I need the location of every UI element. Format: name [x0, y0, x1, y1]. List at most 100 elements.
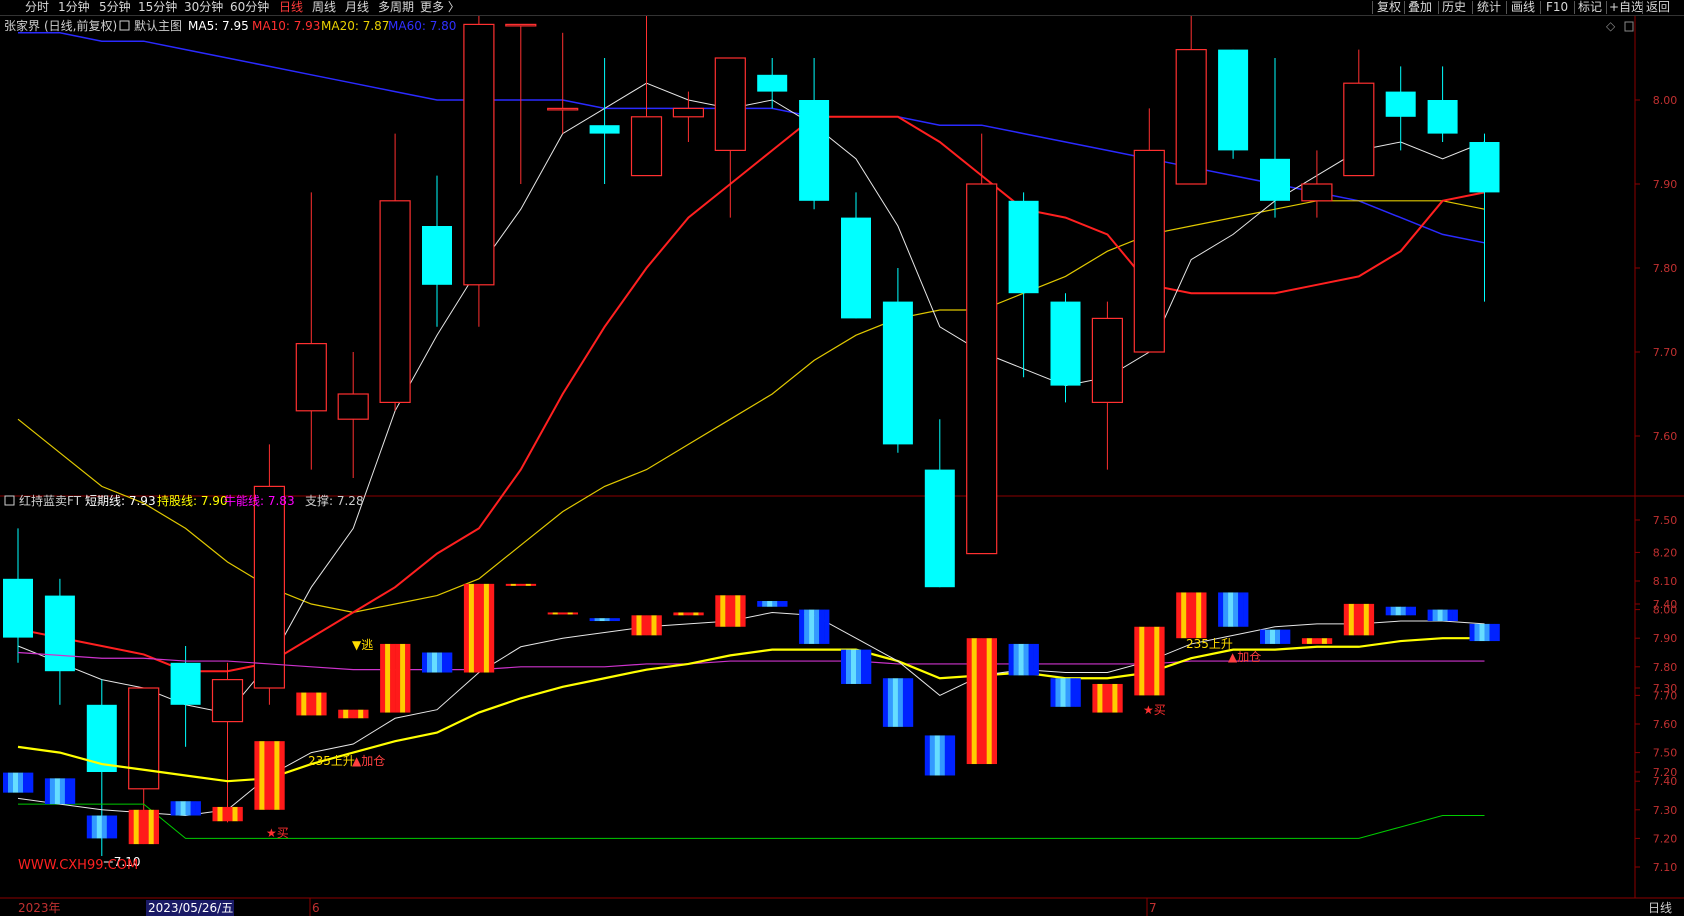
signal-bar-blue-stripe: [949, 735, 956, 776]
toolbar-item-1[interactable]: 1分钟: [58, 0, 90, 15]
signal-bar-blue-stripe: [804, 609, 810, 644]
signal-bar-blue-stripe: [170, 801, 176, 816]
toolbar-item-9[interactable]: 多周期: [378, 0, 414, 15]
toolbar-separator: [1506, 1, 1507, 14]
signal-bar-red-stripe: [483, 583, 490, 673]
toolbar-item-8[interactable]: 月线: [345, 0, 369, 15]
signal-bar-blue-stripe: [1442, 609, 1448, 622]
toolbar-item-5[interactable]: 60分钟: [230, 0, 269, 15]
toolbar-right-item-3[interactable]: 统计: [1477, 0, 1501, 15]
toolbar-item-10[interactable]: 更多 〉: [420, 0, 460, 15]
signal-bar-blue-stripe: [1479, 623, 1485, 642]
candle-body-up: [379, 200, 411, 404]
signal-bar-red-stripe: [720, 595, 726, 627]
toolbar-right-item-1[interactable]: 叠加: [1408, 0, 1432, 15]
toolbar-item-7[interactable]: 周线: [312, 0, 336, 15]
signal-bar-red-stripe: [338, 709, 344, 719]
signal-bar-red-stripe: [557, 612, 563, 615]
toolbar-right-item-2[interactable]: 历史: [1442, 0, 1466, 15]
signal-bar-blue-stripe: [106, 815, 113, 839]
toolbar-right-item-5[interactable]: F10: [1546, 0, 1568, 15]
signal-bar-red-stripe: [400, 643, 406, 713]
signal-bar-red-stripe: [343, 709, 349, 719]
candle-body-up: [1343, 82, 1375, 177]
signal-bar-red-stripe: [693, 612, 699, 616]
signal-add-position-2: ▲加仓: [1228, 650, 1261, 664]
candle-body-down: [1050, 301, 1081, 386]
signal-bar-blue-stripe: [1270, 629, 1276, 644]
candle-body-up: [505, 23, 537, 27]
signal-bar-red-stripe: [232, 806, 238, 822]
ma-legend-2: MA20: 7.87: [321, 19, 389, 33]
signal-bar-red-stripe: [363, 709, 369, 719]
signal-bar-blue-stripe: [934, 735, 941, 776]
signal-bar-red-stripe: [1107, 683, 1113, 713]
signal-bar-red-stripe: [678, 612, 684, 616]
signal-bar-red-stripe: [567, 612, 573, 615]
ma-legend-1: MA10: 7.93: [252, 19, 320, 33]
signal-bar-blue-stripe: [23, 772, 29, 793]
toolbar-separator: [1472, 1, 1473, 14]
month-label-6: 6: [312, 901, 320, 915]
signal-bar-blue-stripe: [944, 735, 951, 776]
signal-bar-blue-stripe: [49, 778, 56, 805]
signal-bar-blue-stripe: [604, 618, 610, 622]
signal-bar-red-stripe: [316, 692, 322, 716]
signal-bar-blue-stripe: [1018, 643, 1024, 676]
signal-bar-red-stripe: [395, 643, 401, 713]
candle-body-up: [295, 343, 327, 412]
candle-body-up: [128, 687, 160, 790]
signal-bar-red-stripe: [1144, 626, 1150, 696]
sub-y-tick-label: 8.20: [1653, 546, 1678, 559]
signal-bar-red-stripe: [1311, 638, 1318, 644]
signal-bar-blue-stripe: [44, 778, 51, 805]
main-y-tick-label: 7.70: [1653, 346, 1678, 359]
signal-bar-red-stripe: [1134, 626, 1140, 696]
signal-bar-red-stripe: [1139, 626, 1145, 696]
toolbar-item-3[interactable]: 15分钟: [138, 0, 177, 15]
toolbar-right-item-0[interactable]: 复权: [1377, 0, 1401, 15]
signal-bar-red-stripe: [1316, 638, 1323, 644]
toolbar-item-2[interactable]: 5分钟: [99, 0, 131, 15]
signal-add-position-1: ▲加仓: [352, 754, 385, 768]
toolbar-item-4[interactable]: 30分钟: [184, 0, 223, 15]
candle-body-up: [1301, 183, 1333, 202]
toolbar-marker[interactable]: 标记: [1578, 0, 1602, 15]
signal-buy-2: ★买: [1143, 703, 1166, 717]
candle-body-down: [841, 217, 871, 319]
candle-body-up: [547, 107, 579, 111]
signal-bar-blue-stripe: [907, 678, 914, 727]
main-y-tick-label: 7.80: [1653, 262, 1678, 275]
signal-bar-red-stripe: [468, 583, 475, 673]
signal-bar-red-stripe: [1368, 603, 1375, 636]
signal-bar-red-stripe: [641, 615, 647, 636]
toolbar-item-0[interactable]: 分时: [25, 0, 49, 15]
signal-bar-blue-stripe: [422, 652, 428, 673]
toolbar-item-6[interactable]: 日线: [279, 0, 303, 15]
toolbar-right-item-6[interactable]: +自选: [1609, 0, 1643, 15]
signal-bar-blue-stripe: [1218, 592, 1224, 627]
signal-bar-blue-stripe: [599, 618, 605, 622]
signal-bar-blue-stripe: [1400, 606, 1406, 616]
signal-bar-blue-stripe: [447, 652, 453, 673]
signal-bar-red-stripe: [1117, 683, 1123, 713]
signal-bar-red-stripe: [1358, 603, 1365, 636]
signal-bar-blue-stripe: [841, 649, 847, 684]
candle-body-down: [44, 595, 75, 672]
sub-y-tick-label: 7.60: [1653, 718, 1678, 731]
signal-bar-blue-stripe: [1233, 592, 1239, 627]
signal-bar-blue-stripe: [589, 618, 595, 622]
month-label-7: 7: [1149, 901, 1157, 915]
candle-body-down: [170, 662, 201, 705]
toolbar-right-item-7[interactable]: 返回: [1646, 0, 1670, 15]
candle-body-down: [799, 100, 830, 201]
candle-body-up: [1133, 149, 1165, 353]
signal-buy-1: ★买: [266, 826, 289, 840]
sub-legend-3: 支撑: 7.28: [305, 493, 364, 508]
main-panel-window-icon: [1624, 21, 1634, 32]
signal-bar-red-stripe: [237, 806, 243, 822]
signal-bar-blue-stripe: [91, 815, 98, 839]
toolbar-right-item-4[interactable]: 画线: [1511, 0, 1535, 15]
candle-body-down: [1260, 158, 1290, 201]
sub-y-tick-label: 7.90: [1653, 632, 1678, 645]
